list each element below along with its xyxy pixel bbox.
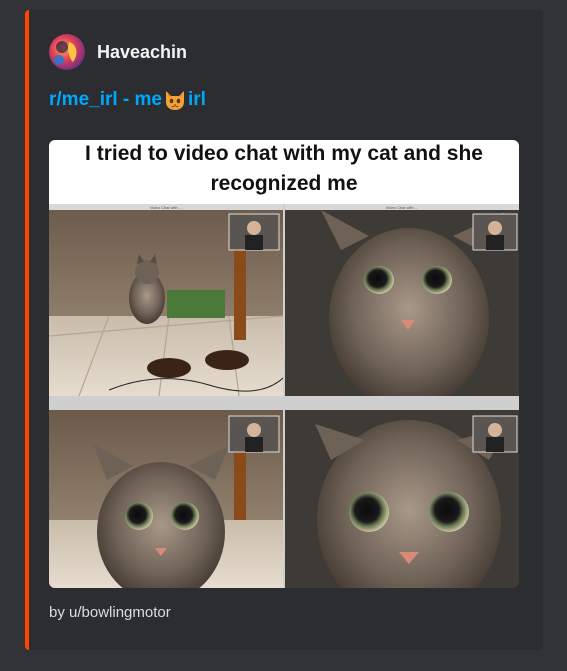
embed-author: Haveachin (49, 34, 187, 70)
video-chat-panel-2: Video Chat with ... (285, 204, 519, 408)
author-name[interactable]: Haveachin (97, 42, 187, 63)
video-chat-panel-1: Video Chat with ... (49, 204, 284, 397)
title-prefix: r/me_irl - me (49, 89, 162, 110)
embed-footer: by u/bowlingmotor (49, 604, 171, 621)
embed-accent-bar (25, 10, 29, 650)
panel-2-window-title: Video Chat with ... (386, 205, 418, 210)
meme-caption-line-1: I tried to video chat with my cat and sh… (85, 142, 483, 165)
video-chat-panel-4 (285, 410, 519, 588)
author-avatar-icon[interactable] (49, 34, 85, 70)
embed-image[interactable]: I tried to video chat with my cat and sh… (49, 140, 519, 588)
meme-caption-line-2: recognized me (210, 172, 357, 195)
video-chat-panel-3 (49, 410, 283, 588)
reddit-embed-card: Haveachin r/me_irl - me irl I tried to v… (25, 10, 543, 650)
embed-title-link[interactable]: r/me_irl - me irl (49, 88, 206, 112)
title-suffix: irl (188, 89, 206, 110)
panel-1-window-title: Video Chat with ... (150, 205, 182, 210)
cat-face-emoji-icon (163, 88, 187, 112)
